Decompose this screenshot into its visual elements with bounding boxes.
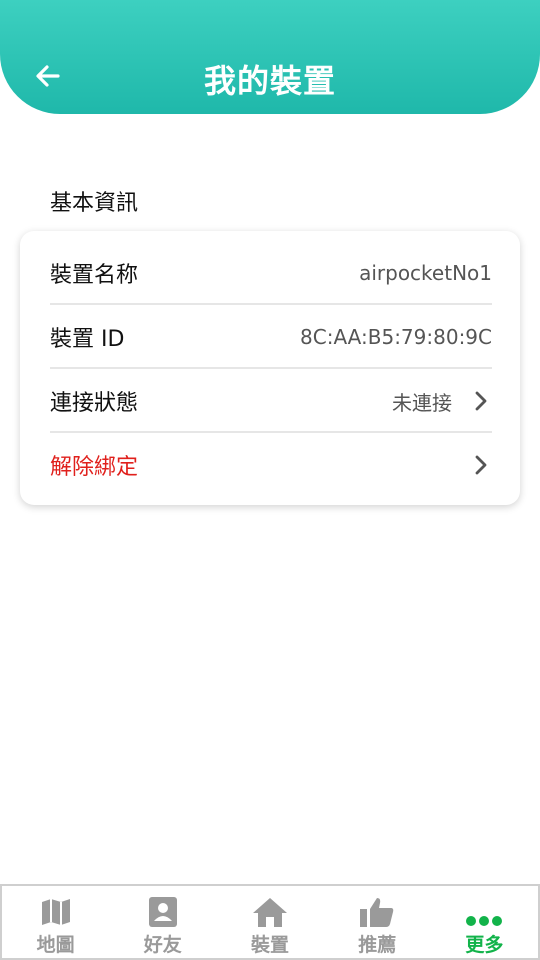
top-header: 我的裝置 (0, 0, 540, 114)
connection-status-label: 連接狀態 (50, 391, 139, 416)
chevron-right-icon (470, 390, 492, 412)
device-id-label: 裝置 ID (50, 327, 125, 352)
device-name-row: 裝置名称 airpocketNo1 (50, 241, 492, 305)
tab-friends-label: 好友 (143, 934, 182, 956)
unbind-row[interactable]: 解除綁定 (50, 433, 492, 497)
tab-recommend-label: 推薦 (358, 934, 397, 956)
section-title: 基本資訊 (50, 191, 139, 216)
thumb-up-icon (360, 898, 394, 927)
connection-status-row[interactable]: 連接狀態 未連接 (50, 369, 492, 433)
tab-device[interactable]: 裝置 (216, 886, 323, 958)
tab-map[interactable]: 地圖 (2, 886, 109, 958)
device-id-value: 8C:AA:B5:79:80:9C (300, 325, 492, 349)
device-id-row: 裝置 ID 8C:AA:B5:79:80:9C (50, 305, 492, 369)
connection-status-value: 未連接 (392, 390, 452, 415)
unbind-label: 解除綁定 (50, 455, 139, 480)
bottom-tab-bar: 地圖 好友 裝置 推薦 更多 (0, 884, 540, 960)
device-name-value: airpocketNo1 (359, 261, 492, 285)
home-icon (253, 898, 287, 927)
contact-icon (148, 897, 177, 927)
tab-recommend[interactable]: 推薦 (324, 886, 431, 958)
map-icon (41, 899, 70, 925)
device-info-card: 裝置名称 airpocketNo1 裝置 ID 8C:AA:B5:79:80:9… (20, 231, 520, 505)
page-title: 我的裝置 (203, 62, 336, 100)
tab-map-label: 地圖 (36, 934, 75, 956)
tab-friends[interactable]: 好友 (109, 886, 216, 958)
device-name-label: 裝置名称 (50, 263, 139, 288)
chevron-right-icon (470, 454, 492, 476)
more-dots-icon (466, 916, 503, 926)
tab-more-label: 更多 (465, 934, 504, 956)
tab-more[interactable]: 更多 (431, 886, 538, 958)
tab-device-label: 裝置 (251, 934, 290, 956)
